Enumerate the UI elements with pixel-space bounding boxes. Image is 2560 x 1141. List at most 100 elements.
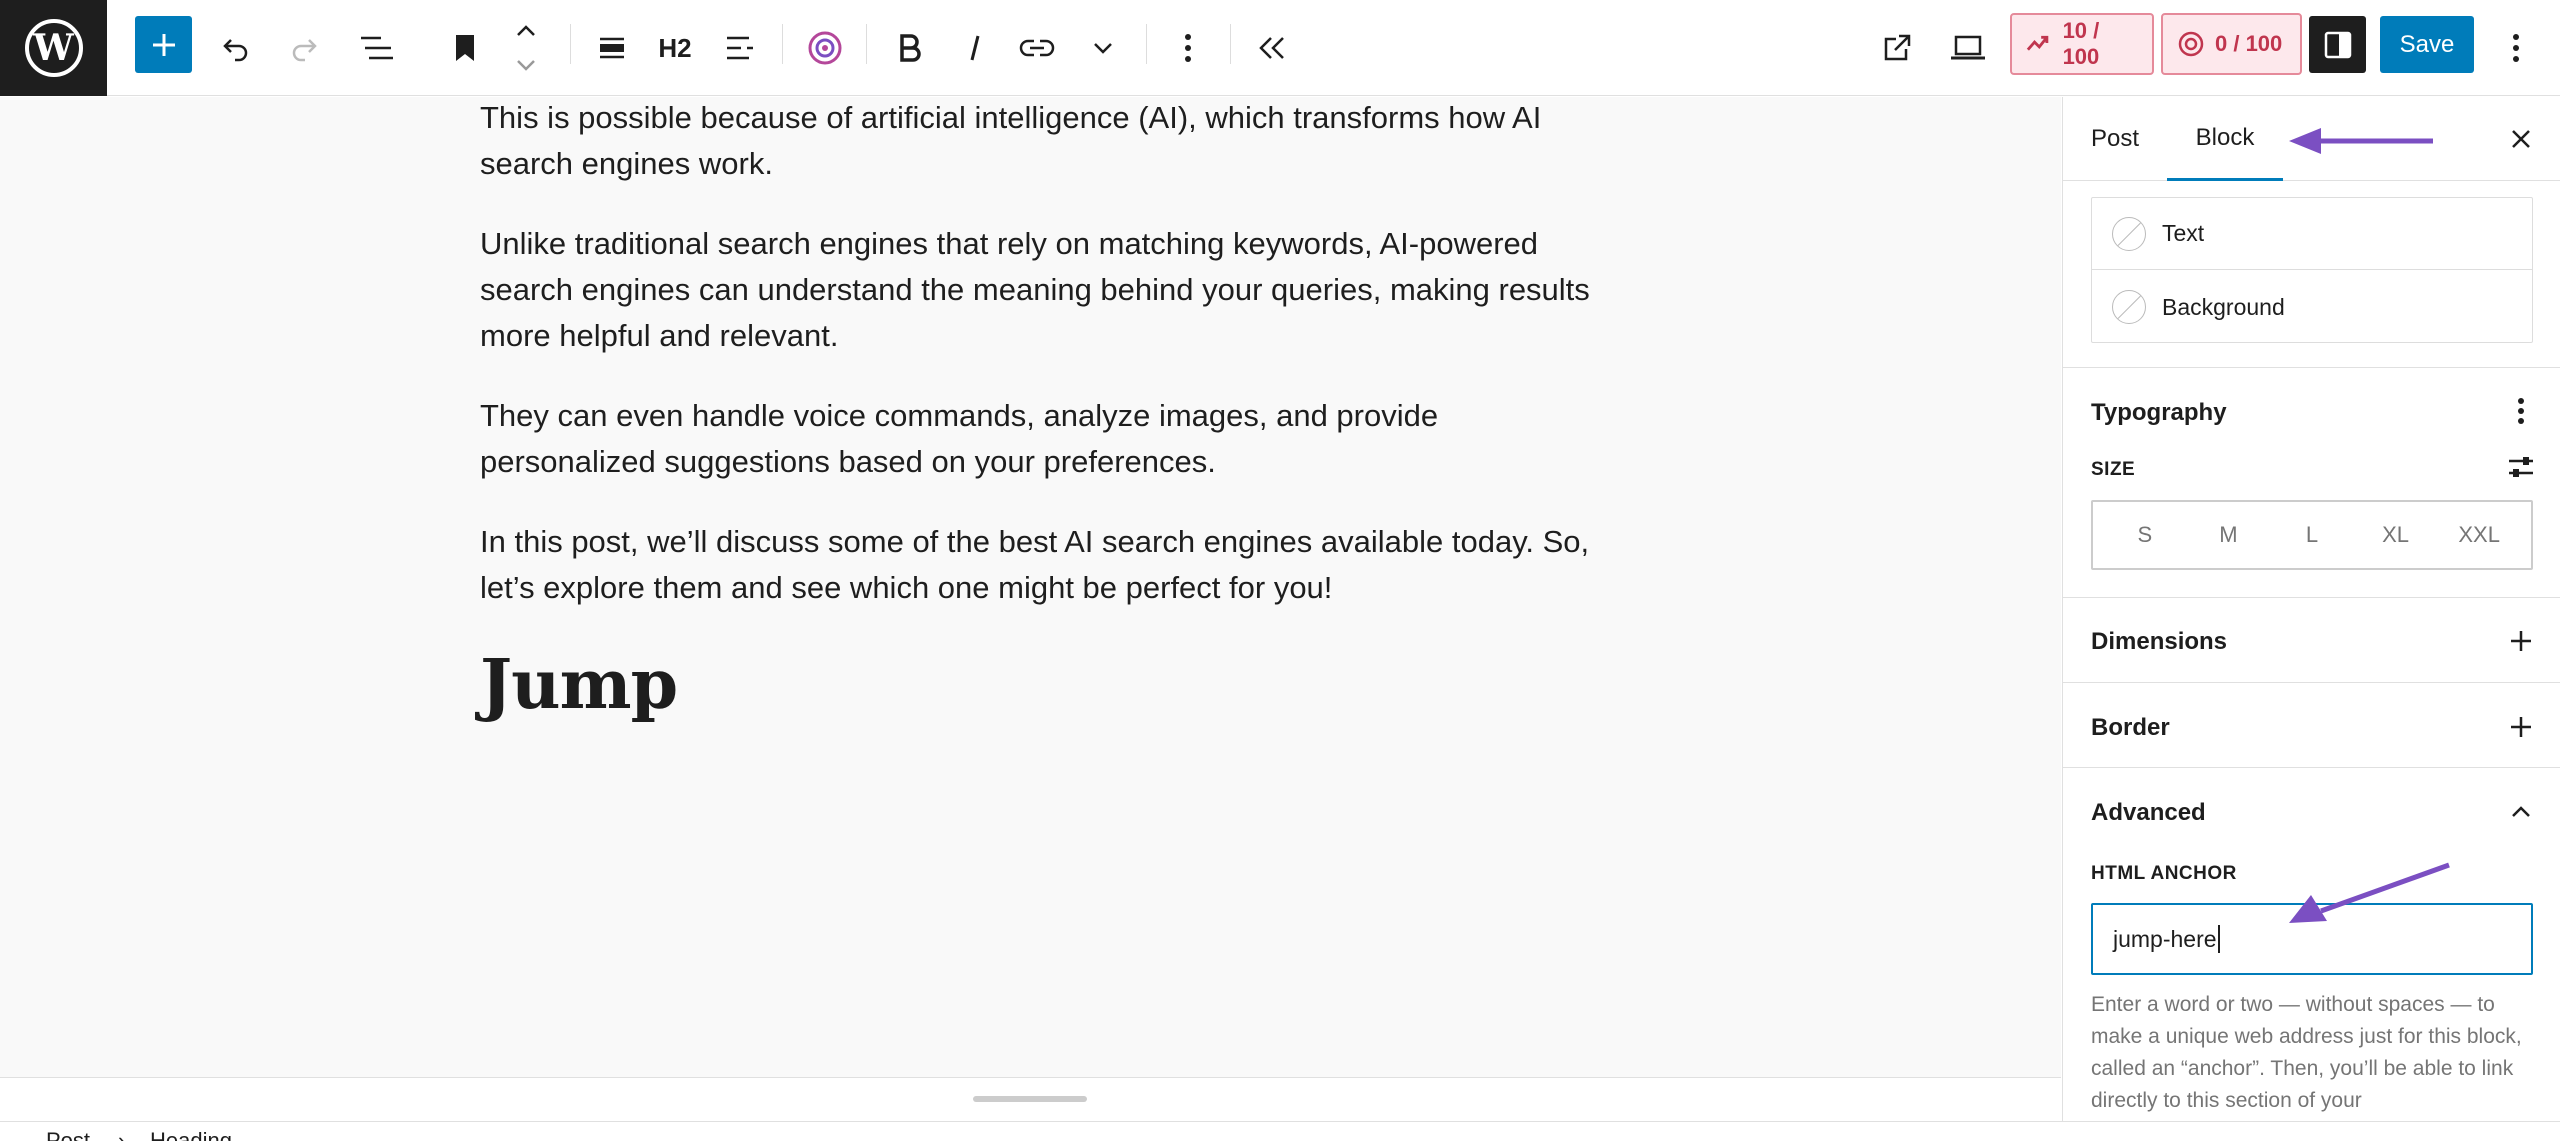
paragraph-block[interactable]: Unlike traditional search engines that r…: [480, 221, 1600, 359]
panel-divider: [2063, 682, 2560, 683]
bold-button[interactable]: [890, 20, 930, 76]
more-vertical-icon: [1185, 34, 1191, 62]
paragraph-block[interactable]: In this post, we’ll discuss some of the …: [480, 519, 1600, 611]
collapse-toolbar-button[interactable]: [1252, 20, 1292, 76]
annotation-arrow-icon: [2289, 862, 2450, 923]
close-icon: [2512, 130, 2530, 148]
breadcrumb-item-post[interactable]: Post: [46, 1128, 90, 1141]
align-button[interactable]: [592, 20, 632, 76]
collapse-icon: [1259, 37, 1284, 59]
redo-button[interactable]: [285, 20, 325, 76]
editor-resize-bar: [0, 1077, 2061, 1121]
text-color-option[interactable]: Text: [2092, 198, 2532, 270]
ai-score-badge[interactable]: 0 / 100: [2161, 13, 2302, 75]
laptop-icon: [1951, 35, 1985, 60]
post-content: This is possible because of artificial i…: [480, 97, 1600, 725]
plus-icon: [2511, 631, 2531, 651]
size-label: SIZE: [2091, 459, 2136, 480]
list-view-button[interactable]: [355, 20, 399, 76]
plugin-ai-button[interactable]: [803, 20, 847, 76]
toolbar-separator: [866, 24, 867, 64]
toolbar-separator: [782, 24, 783, 64]
dimensions-title[interactable]: Dimensions: [2091, 628, 2227, 656]
size-option-m[interactable]: M: [2193, 522, 2263, 548]
panel-divider: [2063, 367, 2560, 368]
border-title[interactable]: Border: [2091, 714, 2170, 742]
preview-button[interactable]: [1946, 20, 1990, 76]
block-type-button[interactable]: H2: [650, 20, 700, 76]
typography-title: Typography: [2091, 399, 2227, 426]
tab-post[interactable]: Post: [2091, 97, 2139, 181]
external-link-icon: [1884, 34, 1911, 61]
size-option-xxl[interactable]: XXL: [2444, 522, 2514, 548]
editor-canvas[interactable]: This is possible because of artificial i…: [0, 97, 2061, 1077]
italic-button[interactable]: [955, 20, 995, 76]
tab-block[interactable]: Block: [2167, 97, 2283, 181]
plugin-logo-icon: [808, 31, 842, 65]
dimensions-add-button[interactable]: [2503, 623, 2539, 659]
html-anchor-label: HTML ANCHOR: [2091, 863, 2237, 884]
html-anchor-help-text: Enter a word or two — without spaces — t…: [2091, 993, 2522, 1112]
chevron-down-icon: [1094, 43, 1112, 54]
size-option-s[interactable]: S: [2110, 522, 2180, 548]
breadcrumb-item-heading[interactable]: Heading: [150, 1128, 232, 1141]
size-option-xl[interactable]: XL: [2361, 522, 2431, 548]
bookmark-button[interactable]: [445, 20, 485, 76]
link-icon: [1019, 39, 1055, 57]
empty-swatch-icon: [2112, 290, 2146, 324]
font-size-picker: S M L XL XXL: [2091, 500, 2533, 570]
block-type-label: H2: [658, 32, 692, 63]
link-button[interactable]: [1015, 20, 1059, 76]
resize-handle[interactable]: [973, 1096, 1087, 1102]
text-caret: [2217, 925, 2220, 953]
background-color-option[interactable]: Background: [2092, 271, 2532, 343]
advanced-collapse-button[interactable]: [2503, 794, 2539, 830]
options-menu-button[interactable]: [2496, 20, 2536, 76]
size-option-l[interactable]: L: [2277, 522, 2347, 548]
italic-icon: [970, 35, 980, 61]
wordpress-logo-icon[interactable]: W: [0, 0, 107, 96]
ai-plugin-icon: [2178, 31, 2204, 57]
seo-plugin-icon: [2026, 35, 2049, 51]
toolbar-separator: [570, 24, 571, 64]
seo-score-badge[interactable]: 10 / 100: [2010, 13, 2154, 75]
advanced-title[interactable]: Advanced: [2091, 799, 2206, 827]
html-anchor-value: jump-here: [2113, 925, 2217, 952]
settings-sidebar: Post Block Text Background Typography SI…: [2062, 97, 2560, 1121]
text-align-button[interactable]: [720, 20, 760, 76]
toolbar-separator: [1146, 24, 1147, 64]
block-breadcrumb: Post › Heading: [0, 1121, 2560, 1141]
view-post-button[interactable]: [1875, 20, 1919, 76]
bold-icon: [900, 34, 921, 62]
add-block-button[interactable]: [135, 16, 192, 73]
plus-icon: [152, 33, 175, 56]
paragraph-block[interactable]: This is possible because of artificial i…: [480, 97, 1600, 187]
move-up-down-icon: [517, 25, 535, 71]
more-vertical-icon: [2518, 398, 2524, 424]
settings-sidebar-toggle[interactable]: [2309, 16, 2366, 73]
undo-button[interactable]: [215, 20, 255, 76]
close-sidebar-button[interactable]: [2503, 121, 2539, 157]
color-settings: Text Background: [2091, 197, 2533, 343]
undo-icon: [223, 39, 248, 62]
custom-size-button[interactable]: [2503, 449, 2539, 485]
text-align-icon: [727, 36, 753, 60]
text-color-label: Text: [2162, 220, 2205, 246]
move-up-down-button[interactable]: [506, 14, 546, 82]
annotation-arrow-icon: [2289, 128, 2433, 154]
sidebar-tabs: Post Block: [2063, 97, 2560, 181]
typography-options-button[interactable]: [2503, 393, 2539, 429]
empty-swatch-icon: [2112, 216, 2146, 251]
save-button[interactable]: Save: [2380, 16, 2474, 73]
bookmark-icon: [456, 35, 474, 61]
more-formats-button[interactable]: [1083, 20, 1123, 76]
ai-score-value: 0 / 100: [2215, 31, 2283, 56]
heading-block[interactable]: Jump: [480, 645, 1600, 725]
panel-divider: [2063, 597, 2560, 598]
panel-divider: [2063, 767, 2560, 768]
paragraph-block[interactable]: They can even handle voice commands, ana…: [480, 393, 1600, 485]
settings-sliders-icon: [2509, 457, 2533, 477]
block-options-button[interactable]: [1170, 20, 1206, 76]
chevron-right-icon: ›: [118, 1128, 126, 1141]
border-add-button[interactable]: [2503, 709, 2539, 745]
